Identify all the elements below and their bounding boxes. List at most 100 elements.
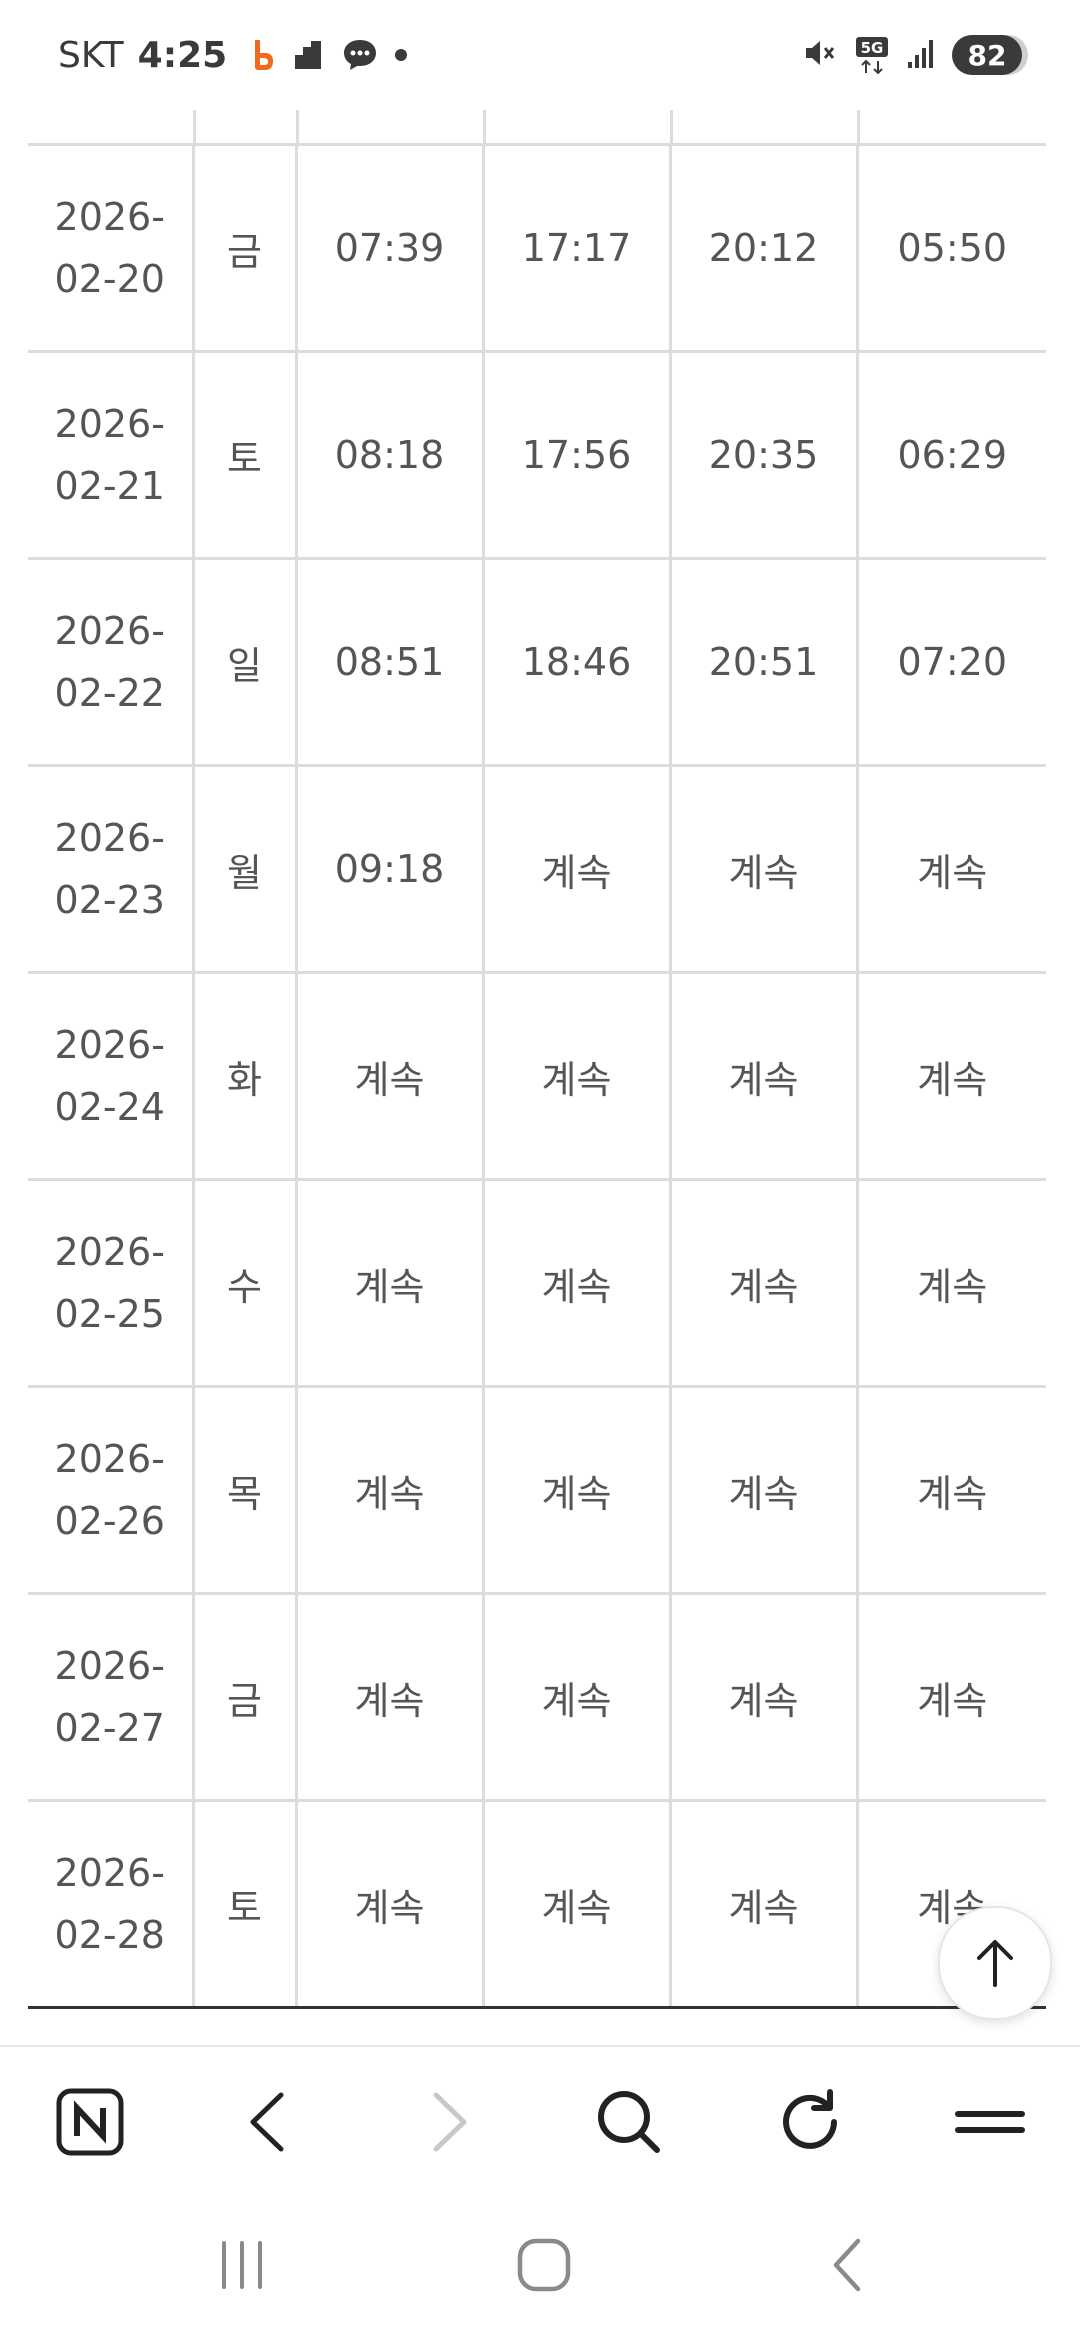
time-cell-3: 20:12 xyxy=(668,143,857,352)
menu-icon xyxy=(955,2111,1025,2133)
time-cell-2: 계속 xyxy=(481,1178,670,1387)
browser-toolbar xyxy=(0,2045,1080,2197)
time-cell-4: 계속 xyxy=(855,1385,1046,1594)
date-cell: 2026- 02-27 xyxy=(28,1592,193,1801)
time-cell-4: 계속 xyxy=(855,1592,1046,1801)
time-cell-4: 계속 xyxy=(855,1178,1046,1387)
recent-apps-button[interactable] xyxy=(197,2225,287,2305)
time-cell-2: 계속 xyxy=(481,764,670,973)
time-cell-2: 계속 xyxy=(481,1592,670,1801)
time-cell-4: 계속 xyxy=(855,764,1046,973)
5g-icon: 5G xyxy=(854,35,890,75)
arrow-up-icon xyxy=(977,1940,1013,1987)
time-cell-3: 계속 xyxy=(668,1592,857,1801)
time-cell-3: 20:35 xyxy=(668,350,857,559)
table-row: 2026- 02-23 월 09:18 계속 계속 계속 xyxy=(28,764,1046,973)
time-cell-4: 06:29 xyxy=(855,350,1046,559)
refresh-button[interactable] xyxy=(765,2077,855,2167)
table-row: 2026- 02-27 금 계속 계속 계속 계속 xyxy=(28,1592,1046,1801)
time-cell-1: 계속 xyxy=(294,1592,483,1801)
time-cell-2: 계속 xyxy=(481,1799,670,2009)
date-cell: 2026- 02-21 xyxy=(28,350,193,559)
back-icon xyxy=(250,2092,284,2152)
naver-home-icon xyxy=(56,2088,124,2156)
table-row: 2026- 02-28 토 계속 계속 계속 계속 xyxy=(28,1799,1046,2009)
time-cell-3: 계속 xyxy=(668,764,857,973)
system-nav-bar xyxy=(0,2195,1080,2340)
search-button[interactable] xyxy=(584,2077,674,2167)
weekday-cell: 토 xyxy=(191,1799,296,2009)
time-cell-3: 20:51 xyxy=(668,557,857,766)
time-cell-3: 계속 xyxy=(668,1178,857,1387)
time-cell-1: 08:51 xyxy=(294,557,483,766)
table-row: 2026- 02-20 금 07:39 17:17 20:12 05:50 xyxy=(28,143,1046,352)
time-cell-3: 계속 xyxy=(668,1799,857,2009)
dot-icon xyxy=(393,47,409,63)
time-cell-2: 계속 xyxy=(481,1385,670,1594)
weekday-cell: 토 xyxy=(191,350,296,559)
system-back-button[interactable] xyxy=(802,2225,892,2305)
sun-times-table: 2026- 02-20 금 07:39 17:17 20:12 05:50 2026- 02-2… xyxy=(28,143,1046,2009)
date-cell: 2026- 02-22 xyxy=(28,557,193,766)
table-row: 2026- 02-21 토 08:18 17:56 20:35 06:29 xyxy=(28,350,1046,559)
date-cell: 2026- 02-28 xyxy=(28,1799,193,2009)
date-cell: 2026- 02-20 xyxy=(28,143,193,352)
home-icon xyxy=(517,2238,571,2292)
carrier-label: SKT xyxy=(58,34,124,76)
back-icon xyxy=(833,2238,861,2292)
time-cell-4: 계속 xyxy=(855,971,1046,1180)
mute-icon xyxy=(802,35,838,75)
forward-icon xyxy=(433,2092,467,2152)
table-row: 2026- 02-25 수 계속 계속 계속 계속 xyxy=(28,1178,1046,1387)
battery-icon: 82 xyxy=(952,35,1022,75)
status-bar: SKT 4:25 5G 82 xyxy=(0,0,1080,110)
date-cell: 2026- 02-26 xyxy=(28,1385,193,1594)
network-label: 5G xyxy=(861,39,884,57)
weekday-cell: 화 xyxy=(191,971,296,1180)
date-cell: 2026- 02-25 xyxy=(28,1178,193,1387)
table-body: 2026- 02-20 금 07:39 17:17 20:12 05:50 2026- 02-2… xyxy=(28,143,1046,2009)
scroll-to-top-button[interactable] xyxy=(938,1906,1052,2020)
time-cell-4: 05:50 xyxy=(855,143,1046,352)
b-app-icon xyxy=(249,37,277,73)
table-row: 2026- 02-22 일 08:51 18:46 20:51 07:20 xyxy=(28,557,1046,766)
time-cell-3: 계속 xyxy=(668,971,857,1180)
weekday-cell: 수 xyxy=(191,1178,296,1387)
time-cell-2: 17:56 xyxy=(481,350,670,559)
table-row: 2026- 02-26 목 계속 계속 계속 계속 xyxy=(28,1385,1046,1594)
chat-bubble-icon xyxy=(341,37,379,73)
recent-apps-icon xyxy=(222,2241,262,2289)
time-cell-1: 계속 xyxy=(294,1799,483,2009)
signal-icon xyxy=(906,36,936,74)
weekday-cell: 목 xyxy=(191,1385,296,1594)
time-cell-2: 17:17 xyxy=(481,143,670,352)
time-cell-1: 09:18 xyxy=(294,764,483,973)
status-right: 5G 82 xyxy=(802,30,1022,80)
refresh-icon xyxy=(783,2089,837,2149)
time-cell-2: 계속 xyxy=(481,971,670,1180)
time-cell-1: 계속 xyxy=(294,1385,483,1594)
time-cell-1: 계속 xyxy=(294,971,483,1180)
time-cell-1: 08:18 xyxy=(294,350,483,559)
table-row: 2026- 02-24 화 계속 계속 계속 계속 xyxy=(28,971,1046,1180)
date-cell: 2026- 02-24 xyxy=(28,971,193,1180)
cloud-app-icon xyxy=(291,37,327,73)
back-button[interactable] xyxy=(222,2077,312,2167)
weekday-cell: 월 xyxy=(191,764,296,973)
forward-button[interactable] xyxy=(405,2077,495,2167)
time-cell-3: 계속 xyxy=(668,1385,857,1594)
menu-button[interactable] xyxy=(945,2077,1035,2167)
time-cell-1: 계속 xyxy=(294,1178,483,1387)
time-cell-4: 07:20 xyxy=(855,557,1046,766)
search-icon xyxy=(598,2091,660,2153)
date-cell: 2026- 02-23 xyxy=(28,764,193,973)
clock: 4:25 xyxy=(137,34,228,76)
time-cell-2: 18:46 xyxy=(481,557,670,766)
weekday-cell: 금 xyxy=(191,1592,296,1801)
weekday-cell: 금 xyxy=(191,143,296,352)
naver-home-button[interactable] xyxy=(45,2077,135,2167)
time-cell-1: 07:39 xyxy=(294,143,483,352)
home-button[interactable] xyxy=(499,2225,589,2305)
weekday-cell: 일 xyxy=(191,557,296,766)
status-left: SKT 4:25 xyxy=(58,30,423,80)
